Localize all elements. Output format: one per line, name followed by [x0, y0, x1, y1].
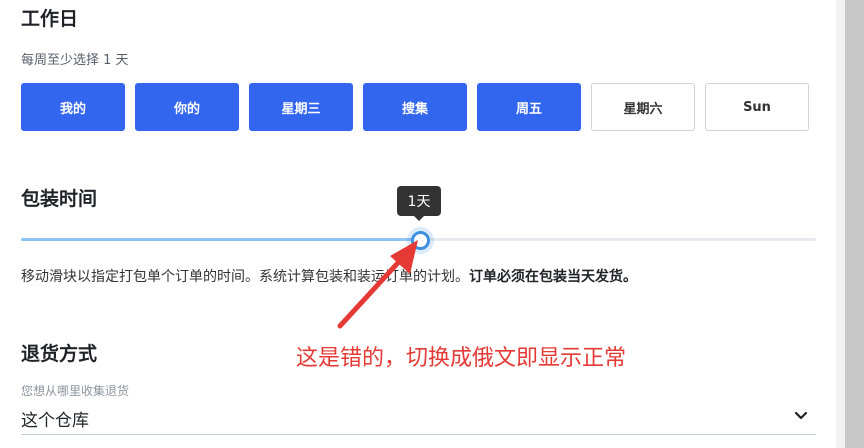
day-button-3[interactable]: 星期三: [249, 83, 353, 131]
day-button-1[interactable]: 我的: [21, 83, 125, 131]
slider-tooltip-arrow: [414, 216, 424, 221]
returns-field-label: 您想从哪里收集退货: [21, 384, 130, 398]
returns-warehouse-select[interactable]: 这个仓库: [21, 400, 816, 435]
workdays-subtitle: 每周至少选择 1 天: [21, 53, 129, 68]
annotation-text: 这是错的，切换成俄文即显示正常: [296, 346, 627, 371]
workdays-selector: 我的 你的 星期三 搜集 周五 星期六 Sun: [21, 83, 809, 131]
workdays-title: 工作日: [21, 8, 79, 30]
scrollbar-thumb[interactable]: [845, 0, 864, 448]
returns-title: 退货方式: [21, 343, 98, 365]
day-button-5[interactable]: 周五: [477, 83, 581, 131]
packing-description-bold: 订单必须在包装当天发货。: [469, 269, 637, 285]
packing-description: 移动滑块以指定打包单个订单的时间。系统计算包装和装运订单的计划。订单必须在包装当…: [21, 266, 637, 286]
day-button-4[interactable]: 搜集: [363, 83, 467, 131]
annotation-arrow-icon: [337, 240, 418, 329]
day-button-2[interactable]: 你的: [135, 83, 239, 131]
day-button-7[interactable]: Sun: [705, 83, 809, 131]
returns-select-value: 这个仓库: [21, 411, 89, 431]
chevron-down-icon[interactable]: [794, 408, 808, 422]
packing-time-title: 包装时间: [21, 188, 98, 210]
day-button-6[interactable]: 星期六: [591, 83, 695, 131]
slider-tooltip: 1天: [397, 186, 441, 216]
